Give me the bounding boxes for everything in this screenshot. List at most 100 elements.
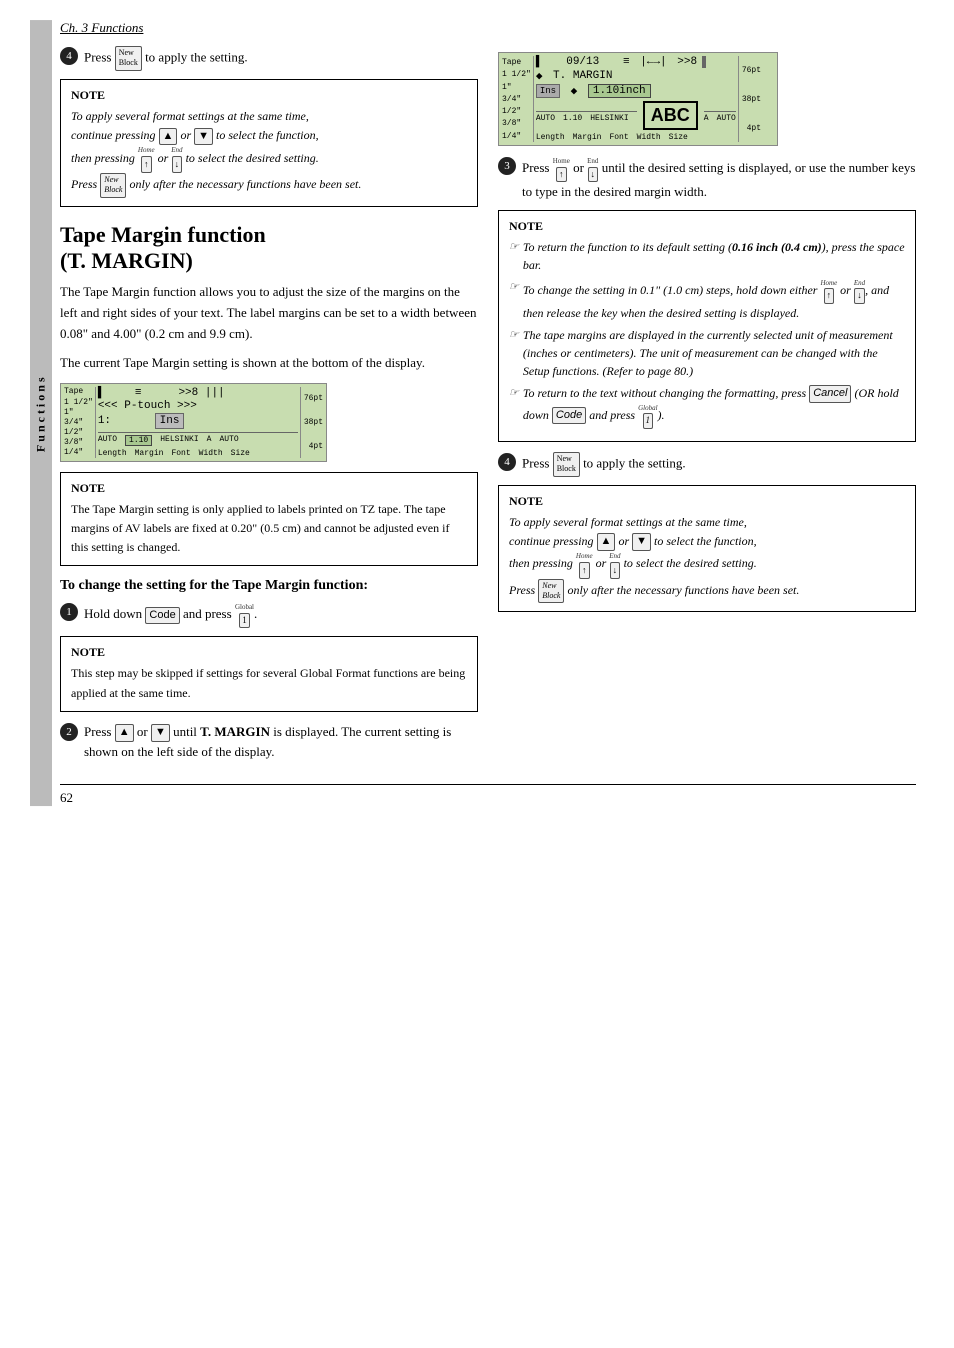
step2-circle: 2 bbox=[60, 723, 78, 741]
lcd-line2-1: <<< P-touch >>> bbox=[98, 400, 298, 412]
step4-top-circle: 4 bbox=[60, 47, 78, 65]
main-content: Ch. 3 Functions 4 Press NewBlock to appl… bbox=[52, 20, 924, 806]
memo-text-1: To return the function to its default se… bbox=[523, 238, 905, 274]
top-two-col: 4 Press NewBlock to apply the setting. N… bbox=[60, 46, 916, 769]
memo-icon-4: ☞ bbox=[509, 385, 519, 403]
lcd-line3-1: 1: Ins bbox=[98, 413, 298, 429]
code-key-note4[interactable]: Code bbox=[552, 407, 586, 424]
lcd-label-bar-2: Length Margin Font Width Size bbox=[536, 133, 736, 142]
code-key-1[interactable]: Code bbox=[145, 607, 179, 624]
section-title-line2: (T. MARGIN) bbox=[60, 248, 193, 273]
lcd-display-2: Tape 1 1/2" 1" 3/4" 1/2" 3/8" 1/4" ▌ 09/ bbox=[498, 52, 778, 146]
step2-row: 2 Press ▲ or ▼ until T. MARGIN is displa… bbox=[60, 722, 478, 761]
new-block-key-right[interactable]: NewBlock bbox=[553, 452, 580, 477]
lcd-line3-2: Ins ◆ 1.10inch bbox=[536, 84, 736, 98]
lcd-line1-1: ▌ ≡ >>8 ||| bbox=[98, 387, 298, 399]
step3-text: Press Home↑ or End↓ until the desired se… bbox=[522, 156, 916, 202]
lcd-line2-2: ◆ T. MARGIN bbox=[536, 69, 736, 83]
size-col-2: 76pt 38pt 4pt bbox=[738, 56, 761, 142]
page-number: 62 bbox=[60, 790, 73, 806]
abc-display: ABC bbox=[643, 101, 698, 130]
body-para1: The Tape Margin function allows you to a… bbox=[60, 282, 478, 344]
end-key-note4[interactable]: End↓ bbox=[854, 278, 865, 304]
home-key-step3[interactable]: Home↑ bbox=[553, 156, 570, 182]
lcd-display-2-wrapper: Tape 1 1/2" 1" 3/4" 1/2" 3/8" 1/4" ▌ 09/ bbox=[498, 52, 916, 146]
note5-line-3: then pressing Home↑ or End↓ to select th… bbox=[509, 551, 905, 579]
body-para2: The current Tape Margin setting is shown… bbox=[60, 353, 478, 374]
down-key-note[interactable]: ▼ bbox=[194, 128, 213, 145]
new-block-key-top[interactable]: NewBlock bbox=[115, 46, 142, 71]
section-title-line1: Tape Margin function bbox=[60, 222, 266, 247]
note-line-1: To apply several format settings at the … bbox=[71, 107, 467, 126]
home-key-note5[interactable]: Home↑ bbox=[576, 551, 593, 579]
down-key-note5[interactable]: ▼ bbox=[632, 533, 651, 550]
note-label-2: NOTE bbox=[71, 481, 467, 496]
note-box-5: NOTE To apply several format settings at… bbox=[498, 485, 916, 613]
page-layout: Functions Ch. 3 Functions 4 Press NewBlo… bbox=[30, 20, 924, 806]
up-key-note[interactable]: ▲ bbox=[159, 128, 178, 145]
newblock-note-top[interactable]: NewBlock bbox=[100, 173, 126, 198]
step4-top-text: Press NewBlock to apply the setting. bbox=[84, 46, 248, 71]
end-key-note5[interactable]: End↓ bbox=[609, 551, 620, 579]
memo-text-4: To return to the text without changing t… bbox=[523, 384, 905, 429]
note-label-5: NOTE bbox=[509, 494, 905, 509]
size-col-1: 76pt 38pt 4pt bbox=[300, 387, 323, 458]
lcd-abc-row: AUTO 1.10 HELSINKI ABC A AUTO bbox=[536, 101, 736, 130]
note-content-2: The Tape Margin setting is only applied … bbox=[71, 500, 467, 558]
note-content-4: ☞ To return the function to its default … bbox=[509, 238, 905, 429]
home-key-note4[interactable]: Home↑ bbox=[820, 278, 837, 304]
step1-text: Hold down Code and press Global1. bbox=[84, 602, 257, 628]
global-key-1[interactable]: Global1 bbox=[235, 602, 254, 628]
lcd-content-1: ▌ ≡ >>8 ||| <<< P-touch >>> 1: Ins bbox=[98, 387, 298, 458]
sidebar-functions-label: Functions bbox=[30, 20, 52, 806]
memo-text-2: To change the setting in 0.1" (1.0 cm) s… bbox=[523, 278, 905, 322]
step1-row: 1 Hold down Code and press Global1. bbox=[60, 602, 478, 628]
note5-line-1: To apply several format settings at the … bbox=[509, 513, 905, 532]
step3-circle: 3 bbox=[498, 157, 516, 175]
tape-sizes-col-2: Tape 1 1/2" 1" 3/4" 1/2" 3/8" 1/4" bbox=[502, 56, 534, 142]
note-content-top: To apply several format settings at the … bbox=[71, 107, 467, 198]
note-label-4: NOTE bbox=[509, 219, 905, 234]
global-key-note4[interactable]: Global1 bbox=[638, 403, 657, 429]
note-memo-1: ☞ To return the function to its default … bbox=[509, 238, 905, 274]
note-content-3: This step may be skipped if settings for… bbox=[71, 664, 467, 702]
note-box-top: NOTE To apply several format settings at… bbox=[60, 79, 478, 207]
note5-line-4: Press NewBlock only after the necessary … bbox=[509, 579, 905, 604]
note-content-5: To apply several format settings at the … bbox=[509, 513, 905, 604]
lcd-display-1: Tape 1 1/2" 1" 3/4" 1/2" 3/8" 1/4" ▌ ≡ bbox=[60, 383, 327, 462]
change-setting-title: To change the setting for the Tape Margi… bbox=[60, 578, 478, 594]
memo-icon-3: ☞ bbox=[509, 327, 519, 345]
lcd-label-bar-1: Length Margin Font Width Size bbox=[98, 449, 298, 458]
down-key-step2[interactable]: ▼ bbox=[151, 724, 170, 741]
home-key-note[interactable]: Home↑ bbox=[138, 145, 155, 173]
tape-sizes-col-1: Tape 1 1/2" 1" 3/4" 1/2" 3/8" 1/4" bbox=[64, 387, 96, 458]
end-key-note[interactable]: End↓ bbox=[171, 145, 182, 173]
lcd-bottom-bar-1: AUTO 1.10 HELSINKI A AUTO bbox=[98, 432, 298, 446]
note-box-3: NOTE This step may be skipped if setting… bbox=[60, 636, 478, 711]
step4-right-circle: 4 bbox=[498, 453, 516, 471]
section-title: Tape Margin function (T. MARGIN) bbox=[60, 222, 478, 275]
note-box-4: NOTE ☞ To return the function to its def… bbox=[498, 210, 916, 442]
newblock-note5[interactable]: NewBlock bbox=[538, 579, 564, 604]
note-label-3: NOTE bbox=[71, 645, 467, 660]
lcd-line1-2: ▌ 09/13 ≡ |←→| >>8 bbox=[536, 56, 736, 68]
cancel-key[interactable]: Cancel bbox=[809, 385, 851, 402]
note-box-2: NOTE The Tape Margin setting is only app… bbox=[60, 472, 478, 567]
up-key-note5[interactable]: ▲ bbox=[597, 533, 616, 550]
left-column-top: 4 Press NewBlock to apply the setting. N… bbox=[60, 46, 478, 769]
step4-press: Press bbox=[84, 49, 111, 64]
page-footer: 62 bbox=[60, 784, 916, 806]
step4-top-row: 4 Press NewBlock to apply the setting. bbox=[60, 46, 478, 71]
up-key-step2[interactable]: ▲ bbox=[115, 724, 134, 741]
tmargin-label: T. MARGIN bbox=[200, 724, 270, 739]
note-line-2: continue pressing ▲ or ▼ to select the f… bbox=[71, 126, 467, 145]
end-key-step3[interactable]: End↓ bbox=[587, 156, 598, 182]
step3-row: 3 Press Home↑ or End↓ until the desired … bbox=[498, 156, 916, 202]
lcd-display-1-wrapper: Tape 1 1/2" 1" 3/4" 1/2" 3/8" 1/4" ▌ ≡ bbox=[60, 381, 478, 461]
note-line-4: Press NewBlock only after the necessary … bbox=[71, 173, 467, 198]
note-memo-3: ☞ The tape margins are displayed in the … bbox=[509, 326, 905, 380]
note-line-3: then pressing Home↑ or End↓ to select th… bbox=[71, 145, 467, 173]
step1-circle: 1 bbox=[60, 603, 78, 621]
step4-right-row: 4 Press NewBlock to apply the setting. bbox=[498, 452, 916, 477]
note-memo-2: ☞ To change the setting in 0.1" (1.0 cm)… bbox=[509, 278, 905, 322]
